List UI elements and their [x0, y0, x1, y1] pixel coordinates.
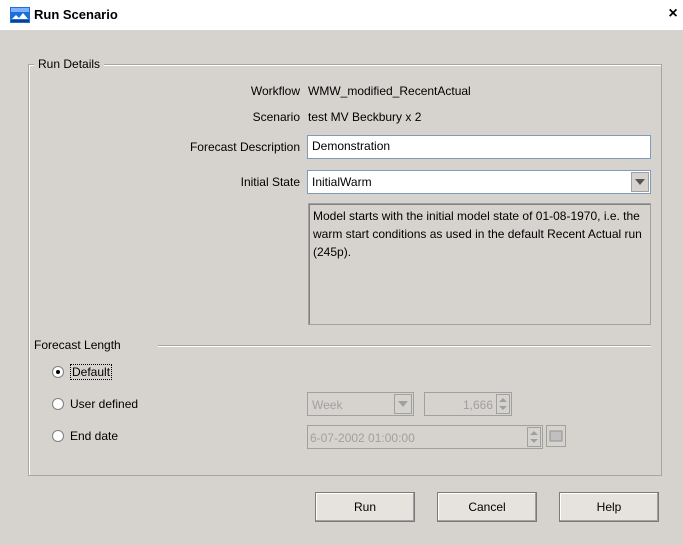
count-spinner[interactable]: 1,666	[424, 392, 512, 416]
forecast-length-label: Forecast Length	[34, 338, 121, 352]
run-button[interactable]: Run	[315, 492, 415, 522]
run-details-legend: Run Details	[34, 57, 105, 71]
initial-state-value: InitialWarm	[312, 175, 372, 189]
chevron-down-icon[interactable]	[631, 172, 649, 192]
radio-end-date-label: End date	[70, 429, 119, 443]
scenario-label: Scenario	[252, 110, 300, 124]
help-button[interactable]: Help	[559, 492, 659, 522]
radio-user-defined-label: User defined	[70, 397, 139, 411]
end-date-value: 6-07-2002 01:00:00	[310, 431, 415, 445]
run-scenario-dialog: Run Scenario × Run Details Workflow WMW_…	[0, 0, 683, 545]
forecast-description-label: Forecast Description	[189, 140, 300, 154]
spinner-icon[interactable]	[496, 394, 510, 414]
initial-state-label: Initial State	[240, 175, 300, 189]
radio-end-date-button[interactable]	[52, 430, 64, 442]
close-icon[interactable]: ×	[664, 5, 682, 23]
radio-default-label: Default	[70, 364, 113, 380]
forecast-length-divider	[158, 345, 651, 347]
radio-user-defined-button[interactable]	[52, 398, 64, 410]
unit-select[interactable]: Week	[307, 392, 414, 416]
cancel-button[interactable]: Cancel	[437, 492, 537, 522]
calendar-icon[interactable]	[546, 425, 566, 447]
radio-end-date[interactable]: End date	[52, 429, 118, 443]
radio-user-defined[interactable]: User defined	[52, 397, 138, 411]
workflow-label: Workflow	[250, 84, 300, 98]
count-value: 1,666	[462, 398, 493, 412]
window-title: Run Scenario	[34, 7, 118, 22]
title-bar: Run Scenario ×	[0, 0, 683, 30]
unit-value: Week	[312, 398, 343, 412]
initial-state-description: Model starts with the initial model stat…	[308, 203, 651, 325]
initial-state-select[interactable]: InitialWarm	[307, 170, 651, 194]
forecast-description-input[interactable]: Demonstration	[307, 135, 651, 159]
spinner-icon[interactable]	[527, 427, 541, 447]
radio-default-button[interactable]	[52, 366, 64, 378]
end-date-input[interactable]: 6-07-2002 01:00:00	[307, 425, 543, 449]
radio-default[interactable]: Default	[52, 364, 113, 380]
app-icon	[10, 7, 30, 23]
workflow-value: WMW_modified_RecentActual	[308, 84, 471, 98]
scenario-value: test MV Beckbury x 2	[308, 110, 422, 124]
chevron-down-icon[interactable]	[394, 394, 412, 414]
